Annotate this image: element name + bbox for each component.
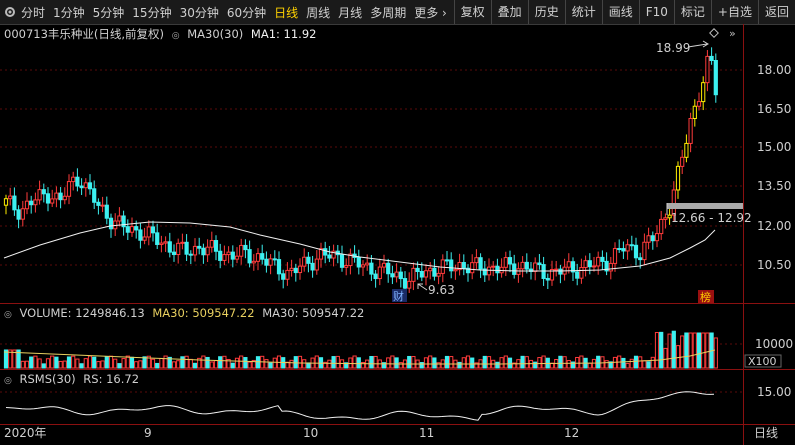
diamond-icon (709, 28, 719, 38)
time-label: 2020年 (4, 426, 47, 440)
period-label: 日线 (754, 426, 778, 440)
tab-60min[interactable]: 60分钟 (223, 4, 270, 21)
period-toolbar: 分时 1分钟 5分钟 15分钟 30分钟 60分钟 日线 周线 月线 多周期 更… (0, 0, 795, 25)
overlay-button[interactable]: 叠加 (490, 0, 528, 24)
range-label: 12.66 - 12.92 (671, 211, 752, 225)
price-tick: 12.00 (757, 219, 791, 233)
low-arrow-icon (417, 283, 428, 291)
range-bar (667, 203, 743, 209)
price-tick: 16.50 (757, 102, 791, 116)
tab-1min[interactable]: 1分钟 (49, 4, 89, 21)
volume-ma30-b: MA30: 509547.22 (262, 306, 365, 320)
rsms-value: RS: 16.72 (83, 372, 140, 386)
high-arrow-icon (687, 40, 709, 48)
rsms-tick: 15.00 (757, 385, 791, 399)
price-tick: 10.50 (757, 258, 791, 272)
low-price-label: 9.63 (428, 283, 455, 297)
f10-button[interactable]: F10 (638, 0, 674, 24)
tab-fenshi[interactable]: 分时 (17, 4, 49, 21)
tab-5min[interactable]: 5分钟 (89, 4, 129, 21)
time-label: 11 (419, 426, 434, 440)
rsms-label: RSMS(30) (19, 372, 76, 386)
settings-gear-icon[interactable] (3, 5, 17, 19)
ma-value: MA1: 11.92 (250, 27, 317, 41)
time-label: 10 (303, 426, 318, 440)
history-button[interactable]: 历史 (527, 0, 565, 24)
chevron-right-icon: › (442, 5, 447, 20)
tab-daily[interactable]: 日线 (270, 4, 302, 21)
price-tick: 18.00 (757, 63, 791, 77)
volume-unit: X100 (748, 355, 777, 368)
main-chart-header: 000713丰乐种业(日线,前复权) ◎ MA30(30) MA1: 11.92 (4, 26, 320, 42)
tab-monthly[interactable]: 月线 (334, 4, 366, 21)
price-tick: 15.00 (757, 140, 791, 154)
tab-multi-period[interactable]: 多周期 (366, 4, 410, 21)
stock-name: 丰乐种业(日线,前复权) (47, 27, 165, 41)
rsms-header: ◎ RSMS(30) RS: 16.72 (4, 372, 143, 386)
high-price-label: 18.99 (656, 41, 690, 55)
back-button[interactable]: 返回 (757, 0, 795, 24)
time-label: 9 (144, 426, 152, 440)
volume-value: VOLUME: 1249846.13 (19, 306, 145, 320)
cai-badge-text: 财 (393, 289, 404, 303)
tab-30min[interactable]: 30分钟 (176, 4, 223, 21)
volume-tick: 10000 (755, 337, 793, 351)
stock-code: 000713 (4, 27, 48, 41)
volume-settings-icon[interactable]: ◎ (4, 310, 12, 320)
fuquan-button[interactable]: 复权 (453, 0, 491, 24)
ma-label: MA30(30) (187, 27, 244, 41)
time-label: 12 (564, 426, 579, 440)
bang-badge-text: 榜 (700, 290, 711, 304)
bang-badge (698, 290, 714, 303)
tab-15min[interactable]: 15分钟 (128, 4, 175, 21)
mark-button[interactable]: 标记 (673, 0, 711, 24)
collapse-icon: » (729, 27, 736, 40)
stats-button[interactable]: 统计 (564, 0, 602, 24)
price-tick: 13.50 (757, 179, 791, 193)
rsms-settings-icon[interactable]: ◎ (4, 376, 12, 386)
tab-weekly[interactable]: 周线 (302, 4, 334, 21)
volume-header: ◎ VOLUME: 1249846.13 MA30: 509547.22 MA3… (4, 306, 368, 320)
cai-badge (392, 289, 407, 302)
draw-line-button[interactable]: 画线 (601, 0, 639, 24)
volume-ma30-a: MA30: 509547.22 (152, 306, 255, 320)
tab-more[interactable]: 更多 › (410, 4, 451, 21)
ma-dropdown-icon[interactable]: ◎ (172, 31, 180, 41)
add-watchlist-button[interactable]: +自选 (710, 0, 758, 24)
